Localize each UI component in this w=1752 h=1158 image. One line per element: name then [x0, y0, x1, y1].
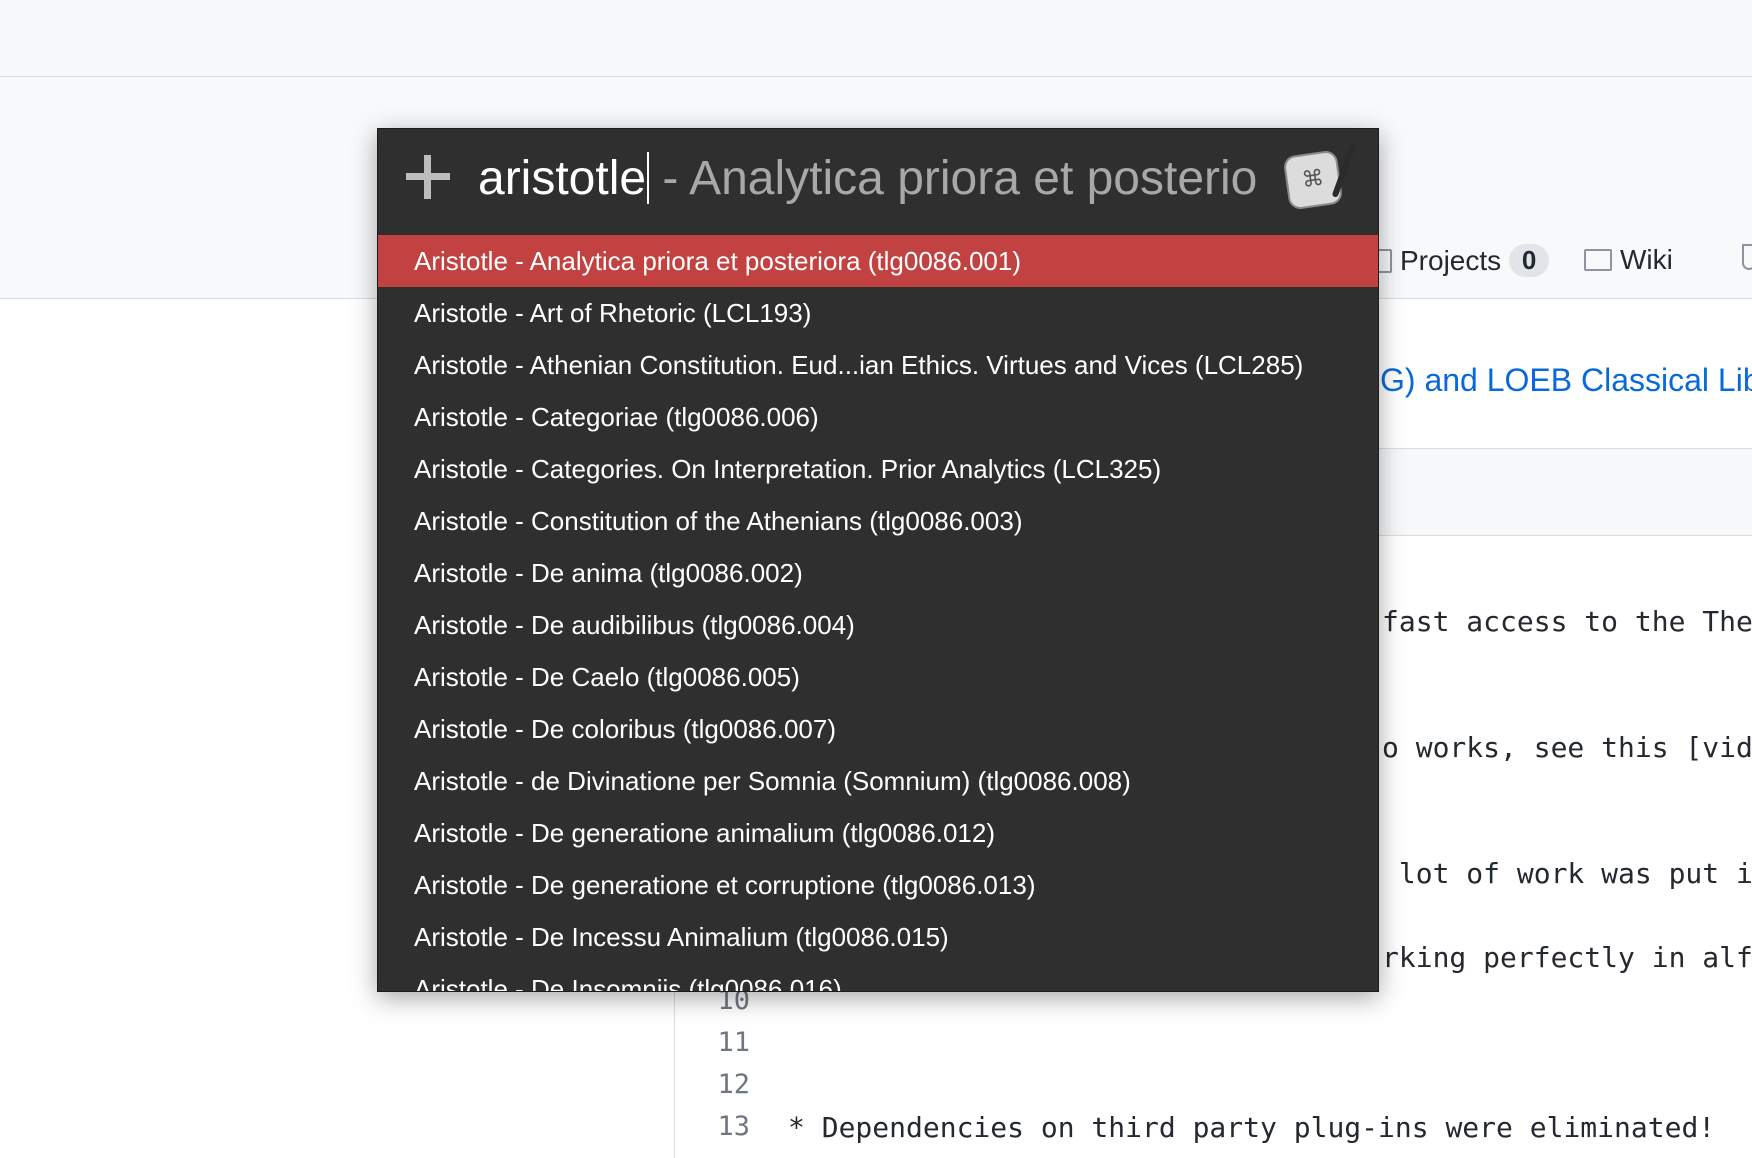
- code-line: lot of work was put i: [1382, 857, 1752, 890]
- line-number: 11: [717, 1027, 750, 1058]
- result-item[interactable]: Aristotle - De audibilibus (tlg0086.004): [378, 599, 1378, 651]
- alfred-launcher: aristotle - Analytica priora et posterio…: [377, 128, 1379, 992]
- projects-counter: 0: [1509, 244, 1550, 277]
- result-item[interactable]: Aristotle - De generatione et corruption…: [378, 859, 1378, 911]
- tab-security[interactable]: [1742, 244, 1752, 270]
- code-line: * Dependencies on third party plug-ins w…: [788, 1111, 1716, 1144]
- result-item[interactable]: Aristotle - De Caelo (tlg0086.005): [378, 651, 1378, 703]
- autocomplete-hint: - Analytica priora et posterio: [649, 152, 1258, 205]
- tab-projects[interactable]: Projects 0: [1372, 244, 1550, 277]
- line-number: 12: [717, 1069, 750, 1100]
- result-item[interactable]: Aristotle - Constitution of the Athenian…: [378, 495, 1378, 547]
- result-item[interactable]: Aristotle - Categories. On Interpretatio…: [378, 443, 1378, 495]
- line-number: 13: [717, 1111, 750, 1142]
- plus-icon: [406, 155, 450, 199]
- alfred-hat-icon: ⌘: [1282, 149, 1344, 211]
- result-item[interactable]: Aristotle - De generatione animalium (tl…: [378, 807, 1378, 859]
- result-item[interactable]: Aristotle - Analytica priora et posterio…: [378, 235, 1378, 287]
- code-line: rking perfectly in alf: [1382, 941, 1752, 974]
- query-bar[interactable]: aristotle - Analytica priora et posterio…: [378, 129, 1378, 234]
- result-item[interactable]: Aristotle - De Incessu Animalium (tlg008…: [378, 911, 1378, 963]
- result-item[interactable]: Aristotle - Categoriae (tlg0086.006): [378, 391, 1378, 443]
- tab-wiki-label: Wiki: [1620, 244, 1673, 275]
- tab-projects-label: Projects: [1400, 244, 1502, 276]
- tab-wiki[interactable]: Wiki: [1584, 244, 1673, 276]
- file-header: [1378, 449, 1752, 536]
- code-line: o works, see this [vid: [1382, 731, 1752, 764]
- readme-title-link[interactable]: G) and LOEB Classical Lib: [1380, 362, 1752, 399]
- code-line: fast access to the The: [1382, 605, 1752, 638]
- github-header: [0, 0, 1752, 77]
- result-item[interactable]: Aristotle - De Insomniis (tlg0086.016): [378, 963, 1378, 991]
- result-item[interactable]: Aristotle - Athenian Constitution. Eud..…: [378, 339, 1378, 391]
- result-item[interactable]: Aristotle - Art of Rhetoric (LCL193): [378, 287, 1378, 339]
- query-text: aristotle: [478, 152, 647, 205]
- search-input[interactable]: aristotle - Analytica priora et posterio: [478, 151, 1257, 206]
- result-item[interactable]: Aristotle - de Divinatione per Somnia (S…: [378, 755, 1378, 807]
- shield-icon: [1742, 244, 1752, 270]
- result-item[interactable]: Aristotle - De anima (tlg0086.002): [378, 547, 1378, 599]
- result-item[interactable]: Aristotle - De coloribus (tlg0086.007): [378, 703, 1378, 755]
- book-icon: [1584, 249, 1612, 271]
- results-list: Aristotle - Analytica priora et posterio…: [378, 235, 1378, 991]
